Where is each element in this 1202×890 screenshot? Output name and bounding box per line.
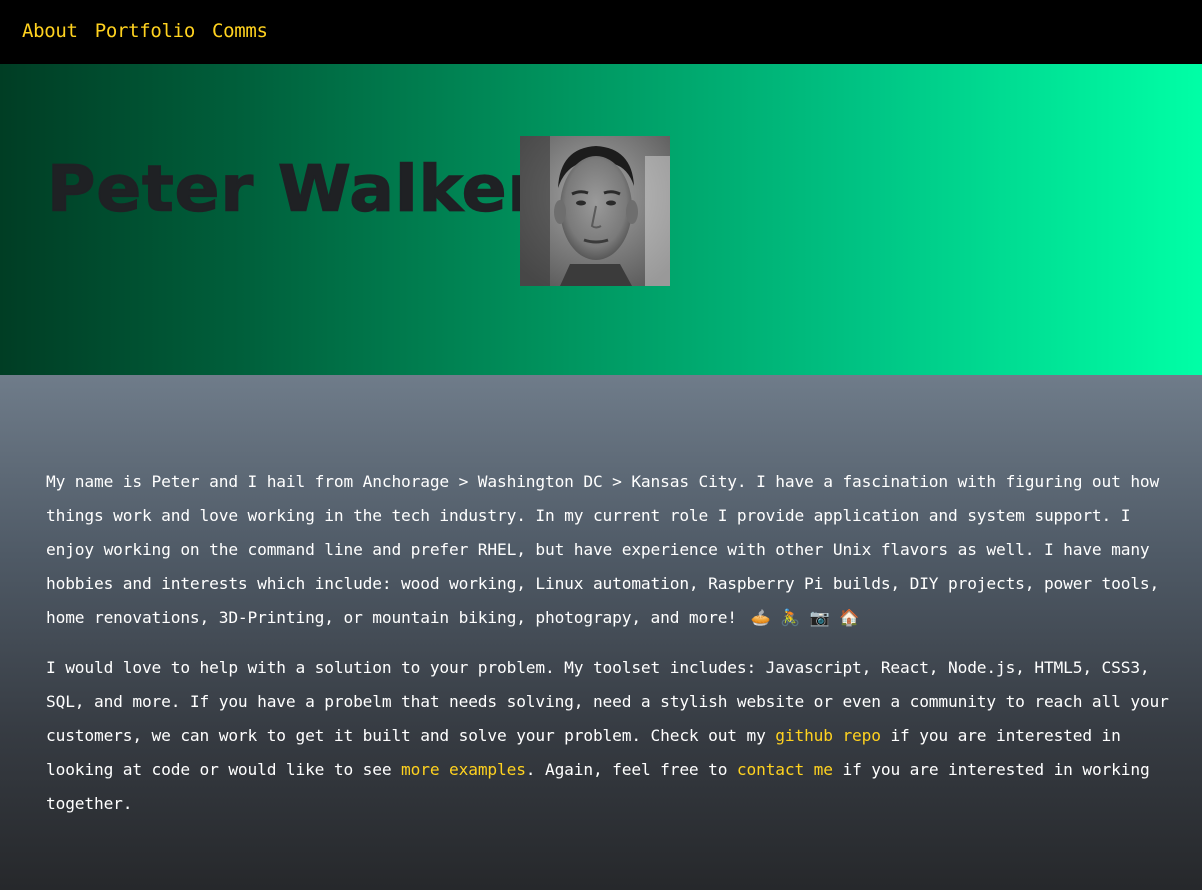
profile-photo-image xyxy=(520,136,670,286)
more-examples-link[interactable]: more examples xyxy=(401,760,526,779)
about-section: My name is Peter and I hail from Anchora… xyxy=(0,375,1202,890)
nav-link-comms[interactable]: Comms xyxy=(212,20,268,42)
nav-link-portfolio[interactable]: Portfolio xyxy=(95,20,196,42)
about-paragraph-2-text-c: . Again, feel free to xyxy=(525,760,737,779)
about-paragraph-2: I would love to help with a solution to … xyxy=(46,651,1176,821)
hero-banner: Peter Walker xyxy=(0,64,1202,375)
nav-link-about[interactable]: About xyxy=(22,20,78,42)
top-navbar: About Portfolio Comms xyxy=(0,0,1202,64)
hobby-emoji-icons: 🥧 🚴 📷 🏠 xyxy=(750,608,860,627)
about-paragraph-1-text: My name is Peter and I hail from Anchora… xyxy=(46,472,1160,627)
avatar xyxy=(520,136,670,286)
github-repo-link[interactable]: github repo xyxy=(775,726,881,745)
nav-links: About Portfolio Comms xyxy=(0,20,268,42)
page-title: Peter Walker xyxy=(46,151,542,226)
about-paragraph-1: My name is Peter and I hail from Anchora… xyxy=(46,465,1176,635)
contact-me-link[interactable]: contact me xyxy=(737,760,833,779)
